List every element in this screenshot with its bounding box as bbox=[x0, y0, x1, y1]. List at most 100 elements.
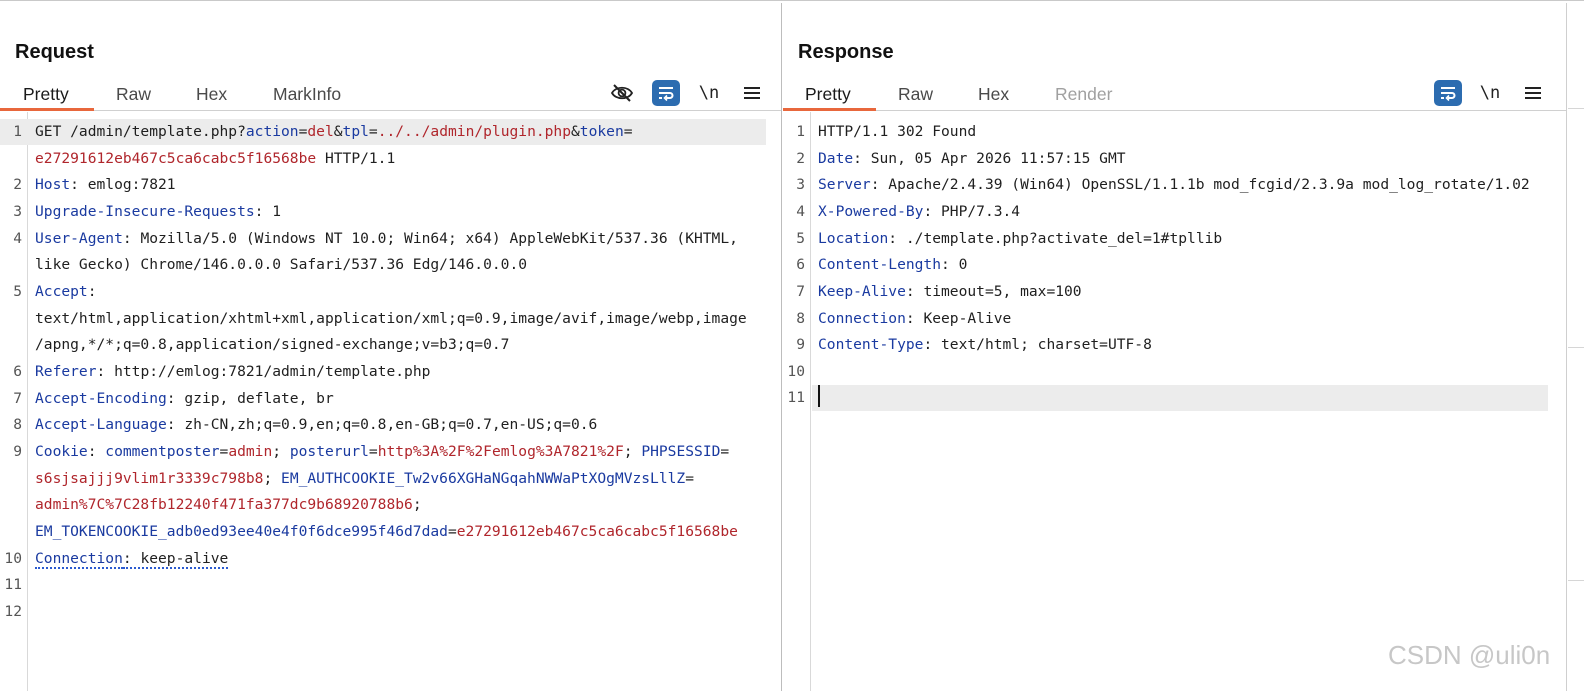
line-number: 10 bbox=[4, 550, 22, 567]
tab-pretty[interactable]: Pretty bbox=[805, 81, 851, 111]
response-line-current: 11 bbox=[787, 385, 1548, 412]
word-wrap-icon[interactable] bbox=[1434, 80, 1462, 106]
line-number: 5 bbox=[796, 230, 805, 247]
edge-divider bbox=[1568, 580, 1584, 581]
line-number: 1 bbox=[796, 123, 805, 140]
line-content: Connection: keep-alive bbox=[35, 550, 229, 569]
line-content: Connection: Keep-Alive bbox=[818, 310, 1012, 327]
line-number: 11 bbox=[4, 576, 22, 593]
line-content: Content-Type: text/html; charset=UTF-8 bbox=[818, 336, 1152, 353]
response-line: 2 Date: Sun, 05 Apr 2026 11:57:15 GMT bbox=[783, 146, 1566, 172]
response-line: 3 Server: Apache/2.4.39 (Win64) OpenSSL/… bbox=[783, 172, 1566, 198]
line-content: Keep-Alive: timeout=5, max=100 bbox=[818, 283, 1082, 300]
tab-hex[interactable]: Hex bbox=[196, 81, 227, 111]
line-number: 12 bbox=[4, 603, 22, 620]
tab-pretty[interactable]: Pretty bbox=[23, 81, 69, 111]
request-line: 1 GET /admin/template.php?action=del&tpl… bbox=[0, 119, 766, 145]
line-content: EM_TOKENCOOKIE_adb0ed93ee40e4f0f6dce995f… bbox=[35, 523, 738, 540]
line-number: 7 bbox=[796, 283, 805, 300]
line-content: /apng,*/*;q=0.8,application/signed-excha… bbox=[35, 336, 510, 353]
request-editor[interactable]: 1 GET /admin/template.php?action=del&tpl… bbox=[0, 112, 781, 691]
tab-hex[interactable]: Hex bbox=[978, 81, 1009, 111]
response-tab-bar: Pretty Raw Hex Render \n bbox=[783, 77, 1566, 111]
request-line: 10 Connection: keep-alive bbox=[0, 546, 781, 572]
text-cursor bbox=[818, 385, 820, 407]
line-content: Upgrade-Insecure-Requests: 1 bbox=[35, 203, 282, 220]
line-number: 8 bbox=[796, 310, 805, 327]
line-content bbox=[818, 385, 1536, 412]
response-line: 9 Content-Type: text/html; charset=UTF-8 bbox=[783, 332, 1566, 358]
line-number: 9 bbox=[796, 336, 805, 353]
request-line: 5 Accept: bbox=[0, 279, 781, 305]
response-line: 4 X-Powered-By: PHP/7.3.4 bbox=[783, 199, 1566, 225]
line-number: 1 bbox=[13, 123, 22, 140]
line-number: 3 bbox=[13, 203, 22, 220]
right-edge-panel bbox=[1568, 3, 1584, 691]
tab-raw[interactable]: Raw bbox=[898, 81, 933, 111]
request-line: 3 Upgrade-Insecure-Requests: 1 bbox=[0, 199, 781, 225]
request-line: 12 bbox=[0, 599, 781, 625]
line-number: 8 bbox=[13, 416, 22, 433]
request-tab-bar: Pretty Raw Hex MarkInfo \n bbox=[0, 77, 781, 111]
line-content: User-Agent: Mozilla/5.0 (Windows NT 10.0… bbox=[35, 230, 738, 247]
tab-markinfo[interactable]: MarkInfo bbox=[273, 81, 341, 111]
request-pane: Request Pretty Raw Hex MarkInfo \n 1 GET… bbox=[0, 3, 782, 691]
request-line: 2 Host: emlog:7821 bbox=[0, 172, 781, 198]
tab-raw[interactable]: Raw bbox=[116, 81, 151, 111]
line-number: 3 bbox=[796, 176, 805, 193]
request-line: 4 User-Agent: Mozilla/5.0 (Windows NT 10… bbox=[0, 226, 781, 252]
line-number: 4 bbox=[796, 203, 805, 220]
line-number: 9 bbox=[13, 443, 22, 460]
line-content: Host: emlog:7821 bbox=[35, 176, 176, 193]
edge-divider bbox=[1568, 108, 1584, 109]
watermark: CSDN @uli0n bbox=[1388, 640, 1551, 670]
eye-slash-icon[interactable] bbox=[607, 79, 637, 107]
line-content: HTTP/1.1 302 Found bbox=[818, 123, 977, 140]
line-content: Date: Sun, 05 Apr 2026 11:57:15 GMT bbox=[818, 150, 1126, 167]
request-line: s6sjsajjj9vlim1r3339c798b8; EM_AUTHCOOKI… bbox=[0, 466, 781, 492]
line-number: 6 bbox=[13, 363, 22, 380]
line-content: Content-Length: 0 bbox=[818, 256, 968, 273]
line-content: Cookie: commentposter=admin; posterurl=h… bbox=[35, 443, 730, 460]
line-content: Accept: bbox=[35, 283, 97, 300]
active-tab-indicator bbox=[0, 108, 94, 111]
tab-render[interactable]: Render bbox=[1055, 81, 1112, 111]
line-content: admin%7C%7C28fb12240f471fa377dc9b6892078… bbox=[35, 496, 422, 513]
request-line: 7 Accept-Encoding: gzip, deflate, br bbox=[0, 386, 781, 412]
line-number: 7 bbox=[13, 390, 22, 407]
response-line: 10 bbox=[783, 359, 1566, 385]
hamburger-menu-icon[interactable] bbox=[737, 79, 767, 107]
request-line: 6 Referer: http://emlog:7821/admin/templ… bbox=[0, 359, 781, 385]
line-content: like Gecko) Chrome/146.0.0.0 Safari/537.… bbox=[35, 256, 528, 273]
request-line: 11 bbox=[0, 572, 781, 598]
line-content: Accept-Language: zh-CN,zh;q=0.9,en;q=0.8… bbox=[35, 416, 598, 433]
line-content: text/html,application/xhtml+xml,applicat… bbox=[35, 310, 747, 327]
line-content: X-Powered-By: PHP/7.3.4 bbox=[818, 203, 1021, 220]
request-line: EM_TOKENCOOKIE_adb0ed93ee40e4f0f6dce995f… bbox=[0, 519, 781, 545]
word-wrap-icon[interactable] bbox=[652, 80, 680, 106]
line-content: e27291612eb467c5ca6cabc5f16568be HTTP/1.… bbox=[35, 150, 396, 167]
line-number: 4 bbox=[13, 230, 22, 247]
request-line: admin%7C%7C28fb12240f471fa377dc9b6892078… bbox=[0, 492, 781, 518]
line-content: s6sjsajjj9vlim1r3339c798b8; EM_AUTHCOOKI… bbox=[35, 470, 694, 487]
response-line: 5 Location: ./template.php?activate_del=… bbox=[783, 226, 1566, 252]
hamburger-menu-icon[interactable] bbox=[1518, 79, 1548, 107]
line-content: Referer: http://emlog:7821/admin/templat… bbox=[35, 363, 431, 380]
line-number: 5 bbox=[13, 283, 22, 300]
response-line: 7 Keep-Alive: timeout=5, max=100 bbox=[783, 279, 1566, 305]
line-number: 6 bbox=[796, 256, 805, 273]
line-content: GET /admin/template.php?action=del&tpl=.… bbox=[35, 123, 633, 140]
request-line: like Gecko) Chrome/146.0.0.0 Safari/537.… bbox=[0, 252, 781, 278]
response-pane: Response Pretty Raw Hex Render \n 1 HTTP… bbox=[783, 3, 1567, 691]
response-editor[interactable]: 1 HTTP/1.1 302 Found 2 Date: Sun, 05 Apr… bbox=[783, 112, 1566, 691]
response-line: 6 Content-Length: 0 bbox=[783, 252, 1566, 278]
line-content: Accept-Encoding: gzip, deflate, br bbox=[35, 390, 334, 407]
request-line: 9 Cookie: commentposter=admin; posterurl… bbox=[0, 439, 781, 465]
request-line: e27291612eb467c5ca6cabc5f16568be HTTP/1.… bbox=[0, 146, 781, 172]
line-number: 11 bbox=[787, 389, 805, 406]
request-line: text/html,application/xhtml+xml,applicat… bbox=[0, 306, 781, 332]
newline-toggle[interactable]: \n bbox=[694, 79, 724, 107]
request-title: Request bbox=[15, 41, 94, 63]
request-line: 8 Accept-Language: zh-CN,zh;q=0.9,en;q=0… bbox=[0, 412, 781, 438]
newline-toggle[interactable]: \n bbox=[1475, 79, 1505, 107]
